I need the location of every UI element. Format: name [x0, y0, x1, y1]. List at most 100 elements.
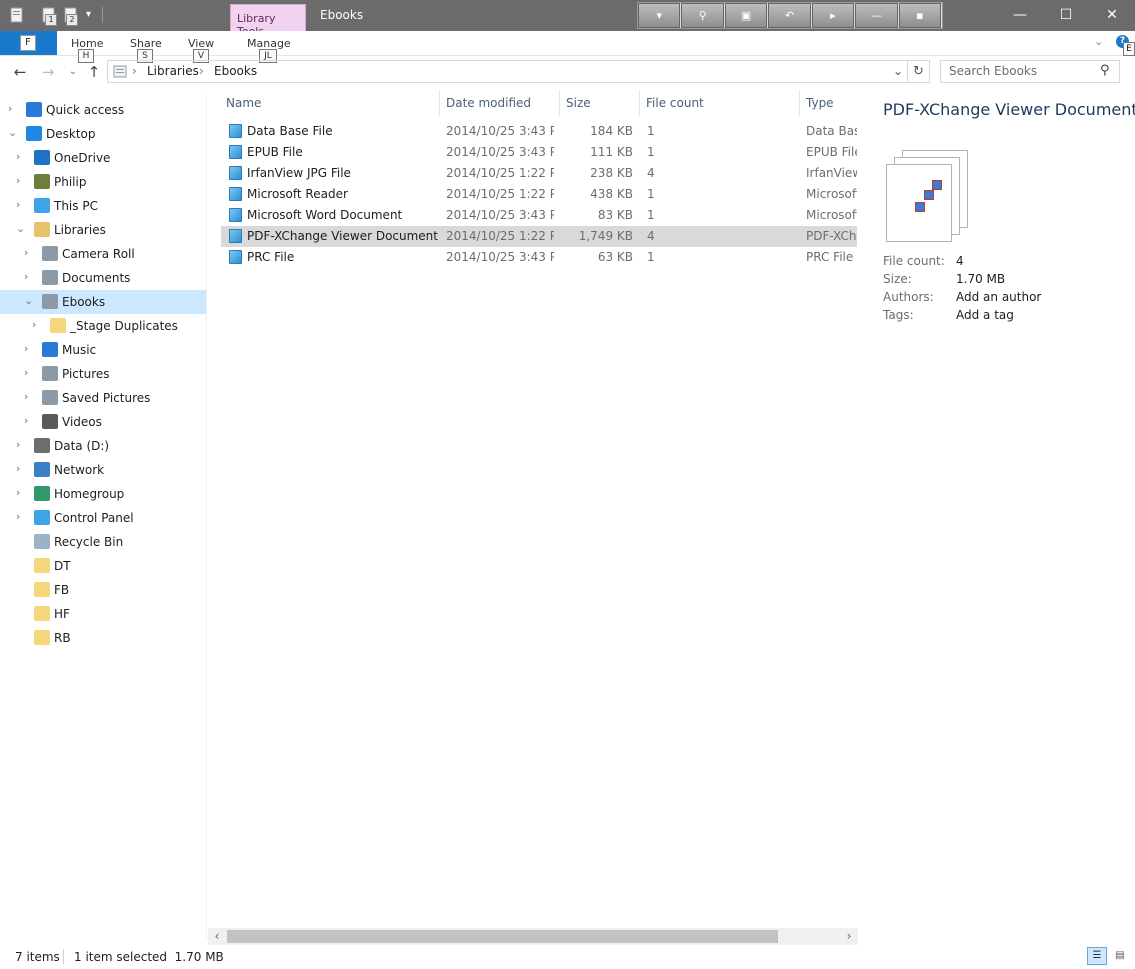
qat-divider: [102, 7, 103, 23]
nav-item-saved-pictures[interactable]: › Saved Pictures: [0, 386, 206, 410]
toolbar-button-5[interactable]: ▸: [811, 3, 855, 28]
expand-chevron-right-icon[interactable]: ›: [24, 390, 28, 403]
horizontal-scrollbar-thumb[interactable]: [227, 930, 778, 943]
breadcrumb-libraries[interactable]: Libraries: [147, 64, 199, 78]
nav-item-pictures[interactable]: › Pictures: [0, 362, 206, 386]
search-icon[interactable]: ⚲: [1100, 63, 1110, 78]
expand-chevron-right-icon[interactable]: ›: [16, 174, 20, 187]
nav-item-camera-roll[interactable]: › Camera Roll: [0, 242, 206, 266]
nav-item-stage-duplicates[interactable]: › _Stage Duplicates: [0, 314, 206, 338]
expand-chevron-right-icon[interactable]: ›: [16, 462, 20, 475]
back-arrow-icon[interactable]: ←: [10, 62, 30, 82]
file-row[interactable]: PRC File 2014/10/25 3:43 PM 63 KB 1 PRC File: [221, 247, 857, 268]
column-divider[interactable]: [439, 90, 440, 116]
nav-item-fb[interactable]: FB: [0, 578, 206, 602]
nav-item-control-panel[interactable]: › Control Panel: [0, 506, 206, 530]
nav-item-network[interactable]: › Network: [0, 458, 206, 482]
expand-chevron-right-icon[interactable]: ›: [16, 510, 20, 523]
nav-item-hf[interactable]: HF: [0, 602, 206, 626]
column-header-type[interactable]: Type: [806, 96, 834, 110]
properties-icon[interactable]: [10, 7, 24, 23]
column-header-name[interactable]: Name: [226, 96, 261, 110]
homegroup-icon: [34, 486, 50, 501]
expand-chevron-right-icon[interactable]: ›: [24, 270, 28, 283]
add-tag-field[interactable]: Add a tag: [956, 308, 1014, 322]
toolbar-button-7[interactable]: ▪: [898, 3, 941, 28]
recent-locations-chevron-icon[interactable]: ⌄: [63, 62, 83, 82]
large-icons-view-icon[interactable]: ▤: [1111, 947, 1129, 965]
nav-item-onedrive[interactable]: › OneDrive: [0, 146, 206, 170]
column-header-date-modified[interactable]: Date modified: [446, 96, 531, 110]
details-view-icon[interactable]: ☰: [1087, 947, 1107, 965]
scroll-right-arrow-icon[interactable]: ›: [841, 929, 857, 944]
breadcrumb-ebooks[interactable]: Ebooks: [214, 64, 257, 78]
column-divider[interactable]: [559, 90, 560, 116]
file-row[interactable]: Microsoft Reader 2014/10/25 1:22 PM 438 KB…: [221, 184, 857, 205]
nav-item-dt[interactable]: DT: [0, 554, 206, 578]
nav-item-documents[interactable]: › Documents: [0, 266, 206, 290]
expand-chevron-right-icon[interactable]: ›: [16, 486, 20, 499]
close-button[interactable]: ✕: [1089, 0, 1135, 31]
expand-chevron-right-icon[interactable]: ›: [16, 150, 20, 163]
refresh-icon[interactable]: ↻: [908, 60, 930, 83]
expand-chevron-right-icon[interactable]: ›: [32, 318, 36, 331]
file-date-modified: 2014/10/25 1:22 P...: [446, 166, 554, 180]
file-row[interactable]: EPUB File 2014/10/25 3:43 PM 111 KB 1 EPUB F…: [221, 142, 857, 163]
nav-item-recycle-bin[interactable]: Recycle Bin: [0, 530, 206, 554]
toolbar-button-4[interactable]: ↶: [768, 3, 811, 28]
nav-item-label: FB: [54, 583, 70, 597]
file-row[interactable]: Microsoft Word Document 2014/10/25 3:43 P…: [221, 205, 857, 226]
column-header-size[interactable]: Size: [566, 96, 591, 110]
status-item-count: 7 items: [15, 950, 60, 964]
expand-chevron-down-icon[interactable]: ⌄: [24, 294, 33, 307]
expand-chevron-right-icon[interactable]: ›: [24, 246, 28, 259]
expand-ribbon-chevron-icon[interactable]: ⌄: [1094, 35, 1103, 48]
expand-chevron-right-icon[interactable]: ›: [16, 438, 20, 451]
file-row[interactable]: IrfanView JPG File 2014/10/25 1:22 P... 23…: [221, 163, 857, 184]
toolbar-button-1[interactable]: ▾: [638, 3, 681, 28]
add-author-field[interactable]: Add an author: [956, 290, 1041, 304]
breadcrumb-separator-icon[interactable]: ›: [132, 64, 137, 78]
address-dropdown-chevron-icon[interactable]: ⌄: [893, 64, 903, 78]
nav-item-ebooks[interactable]: ⌄ Ebooks: [0, 290, 206, 314]
file-count: 1: [647, 145, 655, 159]
nav-item-quick-access[interactable]: › Quick access: [0, 98, 206, 122]
toolbar-button-2[interactable]: ⚲: [681, 3, 724, 28]
nav-item-music[interactable]: › Music: [0, 338, 206, 362]
nav-item-philip[interactable]: › Philip: [0, 170, 206, 194]
nav-item-label: Network: [54, 463, 105, 477]
file-row[interactable]: Data Base File 2014/10/25 3:43 PM 184 KB 1 D…: [221, 121, 857, 142]
expand-chevron-right-icon[interactable]: ›: [16, 198, 20, 211]
expand-chevron-right-icon[interactable]: ›: [24, 342, 28, 355]
file-type: EPUB File: [806, 145, 857, 159]
breadcrumb-separator-icon[interactable]: ›: [199, 64, 204, 78]
toolbar-button-3[interactable]: ▣: [724, 3, 768, 28]
file-row[interactable]: PDF-XChange Viewer Document 2014/10/25 1:…: [221, 226, 857, 247]
nav-item-videos[interactable]: › Videos: [0, 410, 206, 434]
expand-chevron-right-icon[interactable]: ›: [24, 414, 28, 427]
nav-item-desktop[interactable]: ⌄ Desktop: [0, 122, 206, 146]
nav-item-homegroup[interactable]: › Homegroup: [0, 482, 206, 506]
expand-chevron-right-icon[interactable]: ›: [24, 366, 28, 379]
nav-item-libraries[interactable]: ⌄ Libraries: [0, 218, 206, 242]
up-arrow-icon[interactable]: ↑: [84, 62, 104, 82]
maximize-button[interactable]: ☐: [1043, 0, 1089, 31]
status-divider: [63, 949, 64, 964]
minimize-button[interactable]: —: [997, 0, 1043, 31]
toolbar-button-6[interactable]: —: [855, 3, 898, 28]
customize-qat-chevron-icon[interactable]: ▾: [86, 9, 91, 20]
forward-arrow-icon[interactable]: →: [38, 62, 58, 82]
expand-chevron-down-icon[interactable]: ⌄: [16, 222, 25, 235]
navigation-pane-divider[interactable]: [206, 94, 207, 940]
nav-item-this-pc[interactable]: › This PC: [0, 194, 206, 218]
nav-item-rb[interactable]: RB: [0, 626, 206, 650]
nav-item-data-d[interactable]: › Data (D:): [0, 434, 206, 458]
expand-chevron-right-icon[interactable]: ›: [8, 102, 12, 115]
column-divider[interactable]: [799, 90, 800, 116]
column-header-file-count[interactable]: File count: [646, 96, 704, 110]
column-divider[interactable]: [639, 90, 640, 116]
scroll-left-arrow-icon[interactable]: ‹: [209, 929, 225, 944]
expand-chevron-down-icon[interactable]: ⌄: [8, 126, 17, 139]
onedrive-icon: [34, 150, 50, 165]
nav-item-label: Camera Roll: [62, 247, 135, 261]
